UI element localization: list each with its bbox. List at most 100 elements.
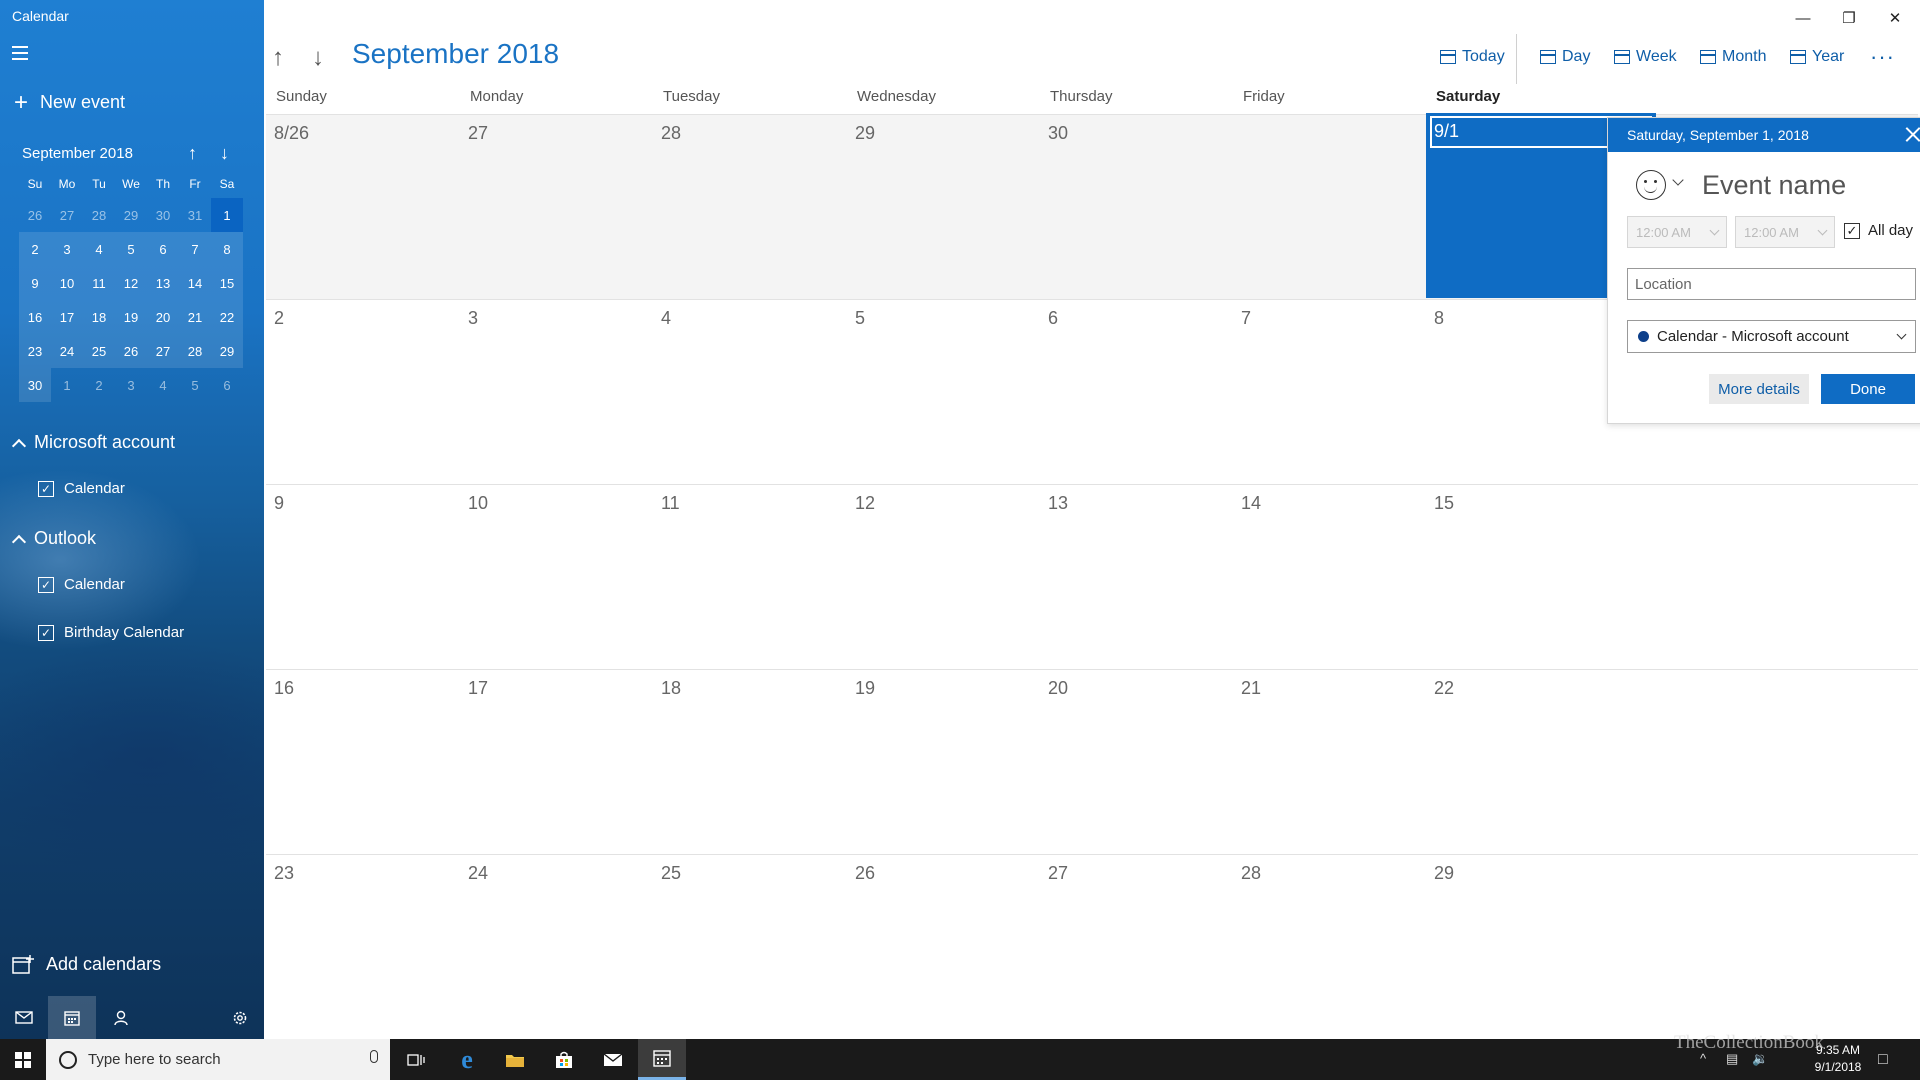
day-cell[interactable]: 16 [266,670,460,855]
day-cell[interactable]: 4 [653,300,847,485]
start-time-select[interactable]: 12:00 AM [1627,216,1727,248]
day-cell[interactable]: 9 [266,485,460,670]
mini-day-cell[interactable]: 4 [83,232,115,266]
mini-day-cell[interactable]: 29 [115,198,147,232]
mini-day-cell[interactable]: 30 [147,198,179,232]
mini-day-cell[interactable]: 24 [51,334,83,368]
day-cell[interactable]: 27 [460,115,653,300]
day-cell[interactable]: 13 [1040,485,1233,670]
mini-day-cell[interactable]: 27 [147,334,179,368]
location-input[interactable] [1627,268,1916,300]
mini-day-cell[interactable]: 15 [211,266,243,300]
day-cell[interactable]: 11 [653,485,847,670]
mini-day-cell[interactable]: 14 [179,266,211,300]
mini-day-cell[interactable]: 25 [83,334,115,368]
end-time-select[interactable]: 12:00 AM [1735,216,1835,248]
mini-day-cell[interactable]: 28 [83,198,115,232]
mini-day-cell[interactable]: 1 [211,198,243,232]
day-cell[interactable]: 17 [460,670,653,855]
mini-day-cell[interactable]: 30 [19,368,51,402]
month-view-button[interactable]: Month [1700,48,1766,66]
mini-day-cell[interactable]: 13 [147,266,179,300]
mini-day-cell[interactable]: 5 [179,368,211,402]
mini-day-cell[interactable]: 31 [179,198,211,232]
mini-day-cell[interactable]: 6 [211,368,243,402]
day-cell[interactable]: 28 [1233,855,1426,1040]
add-calendars-button[interactable]: Add calendars [12,954,161,975]
day-cell[interactable]: 25 [653,855,847,1040]
mini-day-cell[interactable]: 16 [19,300,51,334]
month-title[interactable]: September 2018 [352,38,559,70]
restore-window-icon[interactable]: ❐ [1826,6,1872,30]
day-cell[interactable]: 29 [847,115,1040,300]
mini-day-cell[interactable]: 17 [51,300,83,334]
day-view-button[interactable]: Day [1540,48,1590,66]
account-outlook-header[interactable]: Outlook [11,528,96,549]
mini-day-cell[interactable]: 8 [211,232,243,266]
done-button[interactable]: Done [1821,374,1915,404]
previous-month-arrow-icon[interactable]: ↑ [272,44,284,72]
task-view-icon[interactable] [392,1039,440,1080]
mini-day-cell[interactable]: 1 [51,368,83,402]
week-view-button[interactable]: Week [1614,48,1677,66]
mail-app-icon[interactable] [589,1039,637,1080]
day-cell[interactable]: 28 [653,115,847,300]
day-cell[interactable]: 19 [847,670,1040,855]
mini-day-cell[interactable]: 2 [19,232,51,266]
mini-day-cell[interactable]: 28 [179,334,211,368]
day-cell[interactable]: 20 [1040,670,1233,855]
smiley-emoji-icon[interactable] [1636,170,1666,200]
next-month-arrow-icon[interactable]: ↓ [312,44,324,72]
calendar-toggle-microsoft-calendar[interactable]: ✓ Calendar [38,480,125,497]
mini-day-cell[interactable]: 2 [83,368,115,402]
chevron-down-icon[interactable] [1672,174,1684,186]
mini-day-cell[interactable]: 29 [211,334,243,368]
day-cell[interactable]: 18 [653,670,847,855]
mini-day-cell[interactable]: 12 [115,266,147,300]
day-cell[interactable]: 8/26 [266,115,460,300]
mini-calendar-title[interactable]: September 2018 [22,145,133,162]
minimize-window-icon[interactable]: — [1780,6,1826,30]
calendar-toggle-birthday-calendar[interactable]: ✓ Birthday Calendar [38,624,184,641]
day-cell[interactable]: 2 [266,300,460,485]
mini-day-cell[interactable]: 19 [115,300,147,334]
day-cell[interactable]: 6 [1040,300,1233,485]
mini-day-cell[interactable]: 4 [147,368,179,402]
mini-day-cell[interactable]: 26 [115,334,147,368]
mini-day-cell[interactable]: 7 [179,232,211,266]
mini-day-cell[interactable]: 27 [51,198,83,232]
start-button[interactable] [0,1039,46,1080]
calendar-toggle-outlook-calendar[interactable]: ✓ Calendar [38,576,125,593]
close-window-icon[interactable]: ✕ [1872,6,1918,30]
day-cell[interactable]: 7 [1233,300,1426,485]
close-icon[interactable] [1905,126,1920,142]
day-cell[interactable]: 24 [460,855,653,1040]
store-icon[interactable] [540,1039,588,1080]
calendar-app-icon[interactable] [48,996,96,1039]
mail-icon[interactable] [0,996,48,1039]
microphone-icon[interactable] [370,1050,378,1063]
more-options-icon[interactable]: ··· [1870,44,1895,70]
day-cell[interactable]: 3 [460,300,653,485]
mini-day-cell[interactable]: 11 [83,266,115,300]
day-cell[interactable]: 27 [1040,855,1233,1040]
day-cell[interactable]: 21 [1233,670,1426,855]
mini-day-cell[interactable]: 3 [51,232,83,266]
calendar-select[interactable]: Calendar - Microsoft account [1627,320,1916,353]
mini-day-cell[interactable]: 6 [147,232,179,266]
day-cell[interactable]: 23 [266,855,460,1040]
hamburger-menu-icon[interactable] [12,46,32,62]
day-cell[interactable]: 5 [847,300,1040,485]
file-explorer-icon[interactable] [491,1039,539,1080]
mini-day-cell[interactable]: 26 [19,198,51,232]
today-button[interactable]: Today [1440,48,1505,66]
day-cell[interactable]: 14 [1233,485,1426,670]
day-cell[interactable] [1233,115,1426,300]
day-cell[interactable]: 29 [1426,855,1656,1040]
mini-day-cell[interactable]: 18 [83,300,115,334]
mini-day-cell[interactable]: 3 [115,368,147,402]
day-cell[interactable]: 15 [1426,485,1656,670]
settings-gear-icon[interactable] [216,996,264,1039]
all-day-checkbox[interactable]: ✓ All day [1844,222,1913,239]
people-icon[interactable] [96,996,144,1039]
